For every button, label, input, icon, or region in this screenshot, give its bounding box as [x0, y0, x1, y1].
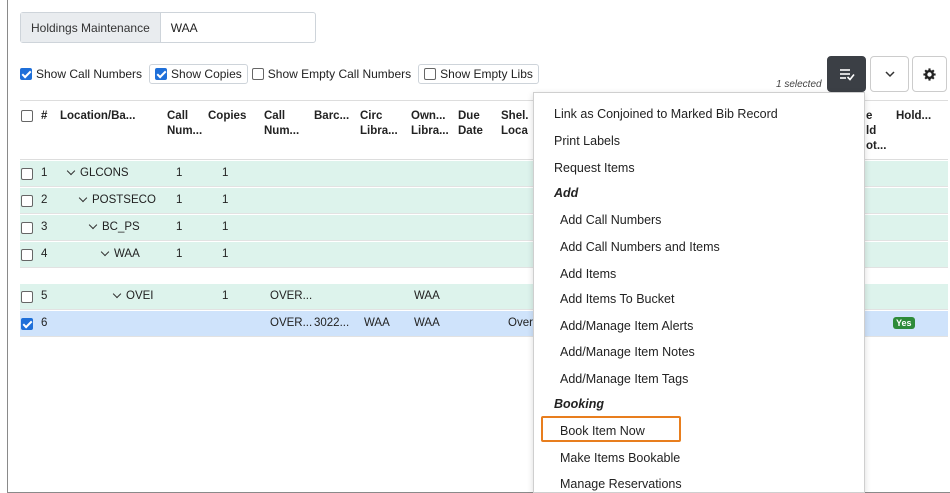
menu-header-add: Add: [554, 186, 579, 200]
row-number: 1: [41, 167, 48, 179]
menu-item-manage-item-alerts[interactable]: Add/Manage Item Alerts: [560, 319, 693, 333]
row-checkbox[interactable]: [21, 195, 33, 207]
holdings-library-selector[interactable]: WAA: [161, 13, 315, 42]
row-checkbox[interactable]: [21, 318, 33, 330]
col-header-holdable[interactable]: Hold...: [896, 109, 931, 124]
show-empty-call-numbers-option[interactable]: Show Empty Call Numbers: [251, 67, 412, 81]
row-location: BC_PS: [88, 220, 140, 233]
show-copies-option[interactable]: Show Copies: [149, 64, 248, 84]
show-empty-call-numbers-label: Show Empty Call Numbers: [267, 67, 412, 81]
menu-item-manage-item-tags[interactable]: Add/Manage Item Tags: [560, 372, 688, 386]
row-location: GLCONS: [66, 166, 129, 179]
display-options: Show Call Numbers Show Copies Show Empty…: [20, 64, 543, 84]
row-call-numbers: 1: [176, 194, 183, 206]
show-call-numbers-checkbox[interactable]: [20, 68, 32, 80]
menu-item-add-items[interactable]: Add Items: [560, 267, 616, 281]
show-empty-call-numbers-checkbox[interactable]: [251, 68, 264, 80]
show-call-numbers-option[interactable]: Show Call Numbers: [20, 67, 142, 81]
menu-header-booking: Booking: [554, 397, 604, 411]
chevron-down-icon[interactable]: [66, 166, 76, 176]
holdings-label: Holdings Maintenance: [21, 13, 161, 42]
menu-item-add-call-numbers-and-items[interactable]: Add Call Numbers and Items: [560, 240, 720, 254]
row-number: 3: [41, 221, 48, 233]
chevron-down-icon[interactable]: [100, 247, 110, 257]
column-picker-button[interactable]: [870, 56, 909, 92]
menu-item-manage-item-notes[interactable]: Add/Manage Item Notes: [560, 345, 695, 359]
col-header-circ-library[interactable]: Circ Libra...: [360, 109, 398, 139]
row-number: 6: [41, 317, 48, 329]
selected-count: 1 selected: [776, 79, 822, 90]
menu-item-print-labels[interactable]: Print Labels: [554, 134, 620, 148]
show-empty-libs-label: Show Empty Libs: [440, 67, 533, 81]
row-shelving-location: Over: [508, 317, 533, 329]
show-copies-checkbox[interactable]: [155, 68, 168, 80]
row-call-numbers: 1: [176, 221, 183, 233]
row-location: WAA: [100, 247, 140, 260]
show-empty-libs-checkbox[interactable]: [424, 68, 437, 80]
menu-item-request-items[interactable]: Request Items: [554, 161, 635, 175]
menu-item-link-conjoined[interactable]: Link as Conjoined to Marked Bib Record: [554, 107, 778, 121]
row-barcode: 3022...: [314, 317, 350, 329]
row-checkbox[interactable]: [21, 222, 33, 234]
select-all-checkbox[interactable]: [21, 110, 33, 122]
row-copies: 1: [222, 221, 229, 233]
chevron-down-icon[interactable]: [112, 289, 122, 299]
col-header-shelving-location[interactable]: Shel. Loca: [501, 109, 528, 139]
row-copies: 1: [222, 248, 229, 260]
row-circ-library: WAA: [364, 317, 390, 329]
row-copies: 1: [222, 194, 229, 206]
row-call-numbers: 1: [176, 248, 183, 260]
row-call-number: OVER...: [270, 290, 313, 302]
chevron-down-icon[interactable]: [78, 193, 88, 203]
chevron-down-icon[interactable]: [88, 220, 98, 230]
show-empty-libs-option[interactable]: Show Empty Libs: [418, 64, 539, 84]
col-header-copies[interactable]: Copies: [208, 109, 246, 124]
show-copies-label: Show Copies: [171, 67, 242, 81]
row-location: OVEI: [112, 289, 153, 302]
row-owning-library: WAA: [414, 290, 440, 302]
col-header-partial[interactable]: e ld ot...: [866, 109, 886, 154]
col-header-owning-library[interactable]: Own... Libra...: [411, 109, 449, 139]
row-number: 2: [41, 194, 48, 206]
row-checkbox[interactable]: [21, 249, 33, 261]
row-checkbox[interactable]: [21, 291, 33, 303]
book-item-now-highlight: [541, 416, 681, 442]
menu-item-add-items-to-bucket[interactable]: Add Items To Bucket: [560, 292, 674, 306]
row-copies: 1: [222, 290, 229, 302]
actions-icon: [839, 69, 855, 81]
holdings-library-group: Holdings Maintenance WAA: [20, 12, 316, 43]
actions-menu-button[interactable]: [827, 56, 866, 92]
row-location: POSTSECO: [78, 193, 156, 206]
gear-icon: [923, 67, 936, 81]
row-number: 5: [41, 290, 48, 302]
menu-item-add-call-numbers[interactable]: Add Call Numbers: [560, 213, 661, 227]
row-checkbox[interactable]: [21, 168, 33, 180]
row-number: 4: [41, 248, 48, 260]
row-copies: 1: [222, 167, 229, 179]
show-call-numbers-label: Show Call Numbers: [36, 67, 143, 81]
holdable-badge: Yes: [893, 317, 915, 329]
grid-settings-button[interactable]: [912, 56, 947, 92]
menu-item-make-items-bookable[interactable]: Make Items Bookable: [560, 451, 680, 465]
col-header-barcode[interactable]: Barc...: [314, 109, 349, 124]
col-header-location[interactable]: Location/Ba...: [60, 109, 135, 124]
row-owning-library: WAA: [414, 317, 440, 329]
chevron-down-icon: [884, 71, 895, 78]
col-header-due-date[interactable]: Due Date: [458, 109, 483, 139]
menu-item-manage-reservations[interactable]: Manage Reservations: [560, 477, 682, 491]
col-header-call-number[interactable]: Call Num...: [264, 109, 299, 139]
col-header-num[interactable]: #: [41, 109, 47, 124]
row-call-number: OVER...: [270, 317, 313, 329]
col-header-call-numbers[interactable]: Call Num...: [167, 109, 202, 139]
row-call-numbers: 1: [176, 167, 183, 179]
